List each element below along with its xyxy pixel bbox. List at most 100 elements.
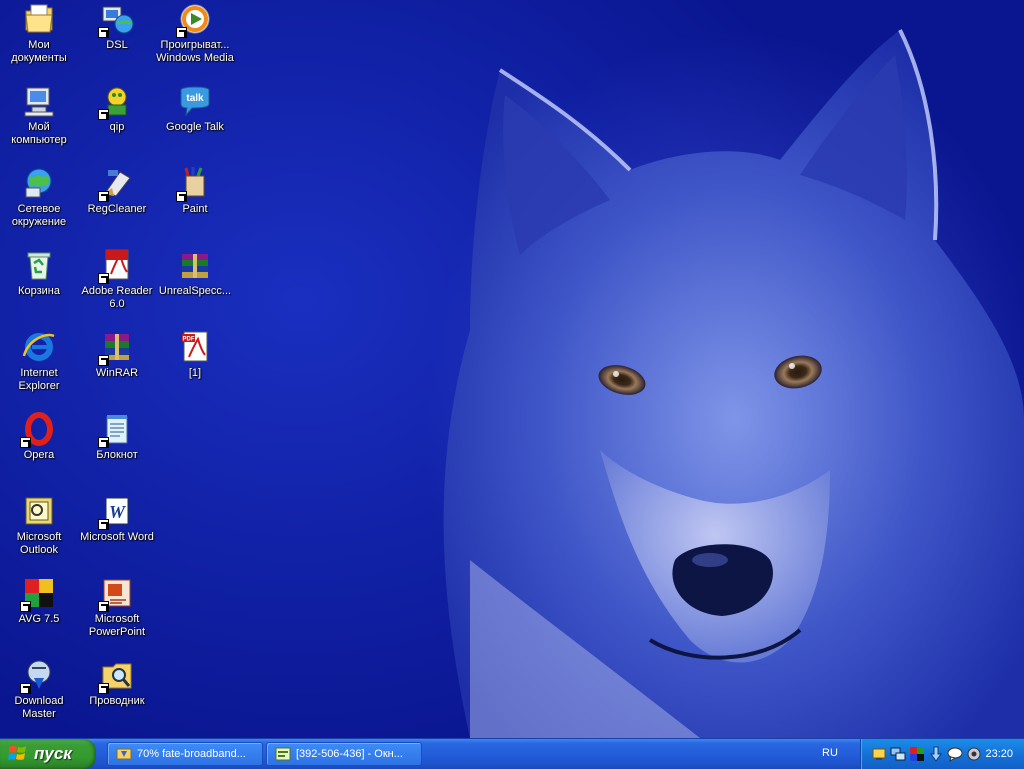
google-talk-icon: talk: [178, 84, 212, 118]
tray-monitor-icon[interactable]: [890, 746, 906, 762]
adobe-reader-icon: [98, 248, 134, 284]
desktop-icon[interactable]: Проводник: [78, 656, 156, 734]
shortcut-arrow-icon: [98, 191, 109, 202]
desktop-icon-label: Microsoft Outlook: [16, 531, 62, 556]
language-indicator[interactable]: RU: [822, 747, 838, 759]
svg-text:talk: talk: [186, 93, 204, 104]
shortcut-arrow-icon: [98, 109, 109, 120]
shortcut-arrow-icon: [176, 191, 187, 202]
desktop-icon[interactable]: Мои документы: [0, 0, 78, 78]
shortcut-arrow-icon: [98, 355, 109, 366]
desktop-icon[interactable]: PDF [1]: [156, 328, 234, 406]
powerpoint-icon: [98, 576, 134, 612]
desktop-icon[interactable]: WinRAR: [78, 328, 156, 406]
desktop-icon-label: qip: [109, 121, 125, 133]
desktop-icon-label: Microsoft PowerPoint: [88, 613, 146, 638]
shortcut-arrow-icon: [98, 601, 109, 612]
desktop-icon-label: Paint: [182, 203, 208, 215]
desktop-icon[interactable]: Мой компьютер: [0, 82, 78, 160]
desktop-icon[interactable]: DSL: [78, 0, 156, 78]
download-master-icon: [20, 658, 56, 694]
windows-media-player-icon: [176, 2, 212, 38]
tray-network-icon[interactable]: [871, 746, 887, 762]
desktop-icon-label: Google Talk: [166, 121, 224, 133]
desktop-icon-label: UnrealSpecc...: [158, 285, 232, 297]
winrar-icon: [98, 330, 134, 366]
taskbar-button-chat[interactable]: [392-506-436] - Окн...: [266, 742, 422, 766]
desktop-icon-label: Проигрыват... Windows Media: [156, 39, 234, 64]
desktop-icon[interactable]: Internet Explorer: [0, 328, 78, 406]
desktop-icon-label: Internet Explorer: [18, 367, 60, 392]
explorer-icon: [98, 658, 134, 694]
internet-explorer-icon: [22, 330, 56, 364]
download-progress-icon: [116, 748, 132, 760]
desktop-icon-label: Microsoft Word: [80, 531, 154, 543]
tray-colors-icon[interactable]: [909, 746, 925, 762]
desktop-icon[interactable]: Блокнот: [78, 410, 156, 488]
tray-speaker-icon[interactable]: [966, 746, 982, 762]
chat-window-icon: [275, 747, 291, 761]
desktop-icon-label: RegCleaner: [87, 203, 147, 215]
regcleaner-icon: [98, 166, 134, 202]
desktop-icon[interactable]: RegCleaner: [78, 164, 156, 242]
svg-text:W: W: [109, 502, 127, 522]
windows-logo-icon: [8, 745, 26, 760]
qip-icon: [98, 84, 134, 120]
desktop-icon-label: DSL: [106, 39, 128, 51]
desktop-icon[interactable]: W Microsoft Word: [78, 492, 156, 570]
task-label: [392-506-436] - Окн...: [296, 748, 403, 760]
shortcut-arrow-icon: [176, 27, 187, 38]
shortcut-arrow-icon: [98, 273, 109, 284]
shortcut-arrow-icon: [20, 683, 31, 694]
desktop-icon-label: Adobe Reader 6.0: [81, 285, 153, 310]
desktop-icon-label: [1]: [188, 367, 202, 379]
desktop-icon[interactable]: AVG 7.5: [0, 574, 78, 652]
paint-icon: [176, 166, 212, 202]
desktop-icon[interactable]: Microsoft PowerPoint: [78, 574, 156, 652]
desktop-icon[interactable]: Сетевое окружение: [0, 164, 78, 242]
desktop-icon[interactable]: talk Google Talk: [156, 82, 234, 160]
start-label: пуск: [34, 744, 72, 763]
my-documents-icon: [22, 2, 56, 36]
desktop-icon[interactable]: Проигрыват... Windows Media: [156, 0, 234, 78]
desktop-icon-label: Блокнот: [96, 449, 138, 461]
desktop-icon[interactable]: UnrealSpecc...: [156, 246, 234, 324]
svg-text:PDF: PDF: [183, 337, 195, 343]
taskbar: пуск 70% fate-broadband... [392-506-436]…: [0, 738, 1024, 769]
shortcut-arrow-icon: [98, 27, 109, 38]
task-label: 70% fate-broadband...: [137, 748, 246, 760]
clock[interactable]: 23:20: [985, 748, 1013, 760]
desktop-icon-label: Сетевое окружение: [11, 203, 67, 228]
desktop-icon-label: Мои документы: [11, 39, 67, 64]
taskbar-button-download[interactable]: 70% fate-broadband...: [107, 742, 263, 766]
desktop-icon[interactable]: Adobe Reader 6.0: [78, 246, 156, 324]
system-tray: 23:20: [860, 739, 1024, 769]
opera-icon: [20, 412, 56, 448]
desktop-icon-label: Opera: [23, 449, 55, 461]
desktop-icon[interactable]: Opera: [0, 410, 78, 488]
desktop-icon[interactable]: Download Master: [0, 656, 78, 734]
recycle-bin-icon: [22, 248, 56, 282]
network-places-icon: [22, 166, 56, 200]
shortcut-arrow-icon: [98, 437, 109, 448]
shortcut-arrow-icon: [20, 601, 31, 612]
word-icon: W: [98, 494, 134, 530]
shortcut-arrow-icon: [20, 437, 31, 448]
tray-download-icon[interactable]: [928, 746, 944, 762]
desktop-icon-label: Download Master: [14, 695, 64, 720]
desktop-icon[interactable]: Paint: [156, 164, 234, 242]
desktop-icon-label: Проводник: [89, 695, 145, 707]
desktop-icon-label: WinRAR: [95, 367, 139, 379]
desktop-icon-label: AVG 7.5: [18, 613, 60, 625]
tray-chat-icon[interactable]: [947, 746, 963, 762]
my-computer-icon: [22, 84, 56, 118]
notepad-icon: [98, 412, 134, 448]
desktop-icon[interactable]: Microsoft Outlook: [0, 492, 78, 570]
start-button[interactable]: пуск: [0, 739, 96, 769]
winrar-archive-icon: [178, 248, 212, 282]
pdf-file-icon: PDF: [178, 330, 212, 364]
desktop-icon[interactable]: Корзина: [0, 246, 78, 324]
outlook-icon: [22, 494, 56, 528]
desktop: Мои документы Мой компьютер Сетевое окруже…: [0, 0, 1024, 738]
desktop-icon[interactable]: qip: [78, 82, 156, 160]
